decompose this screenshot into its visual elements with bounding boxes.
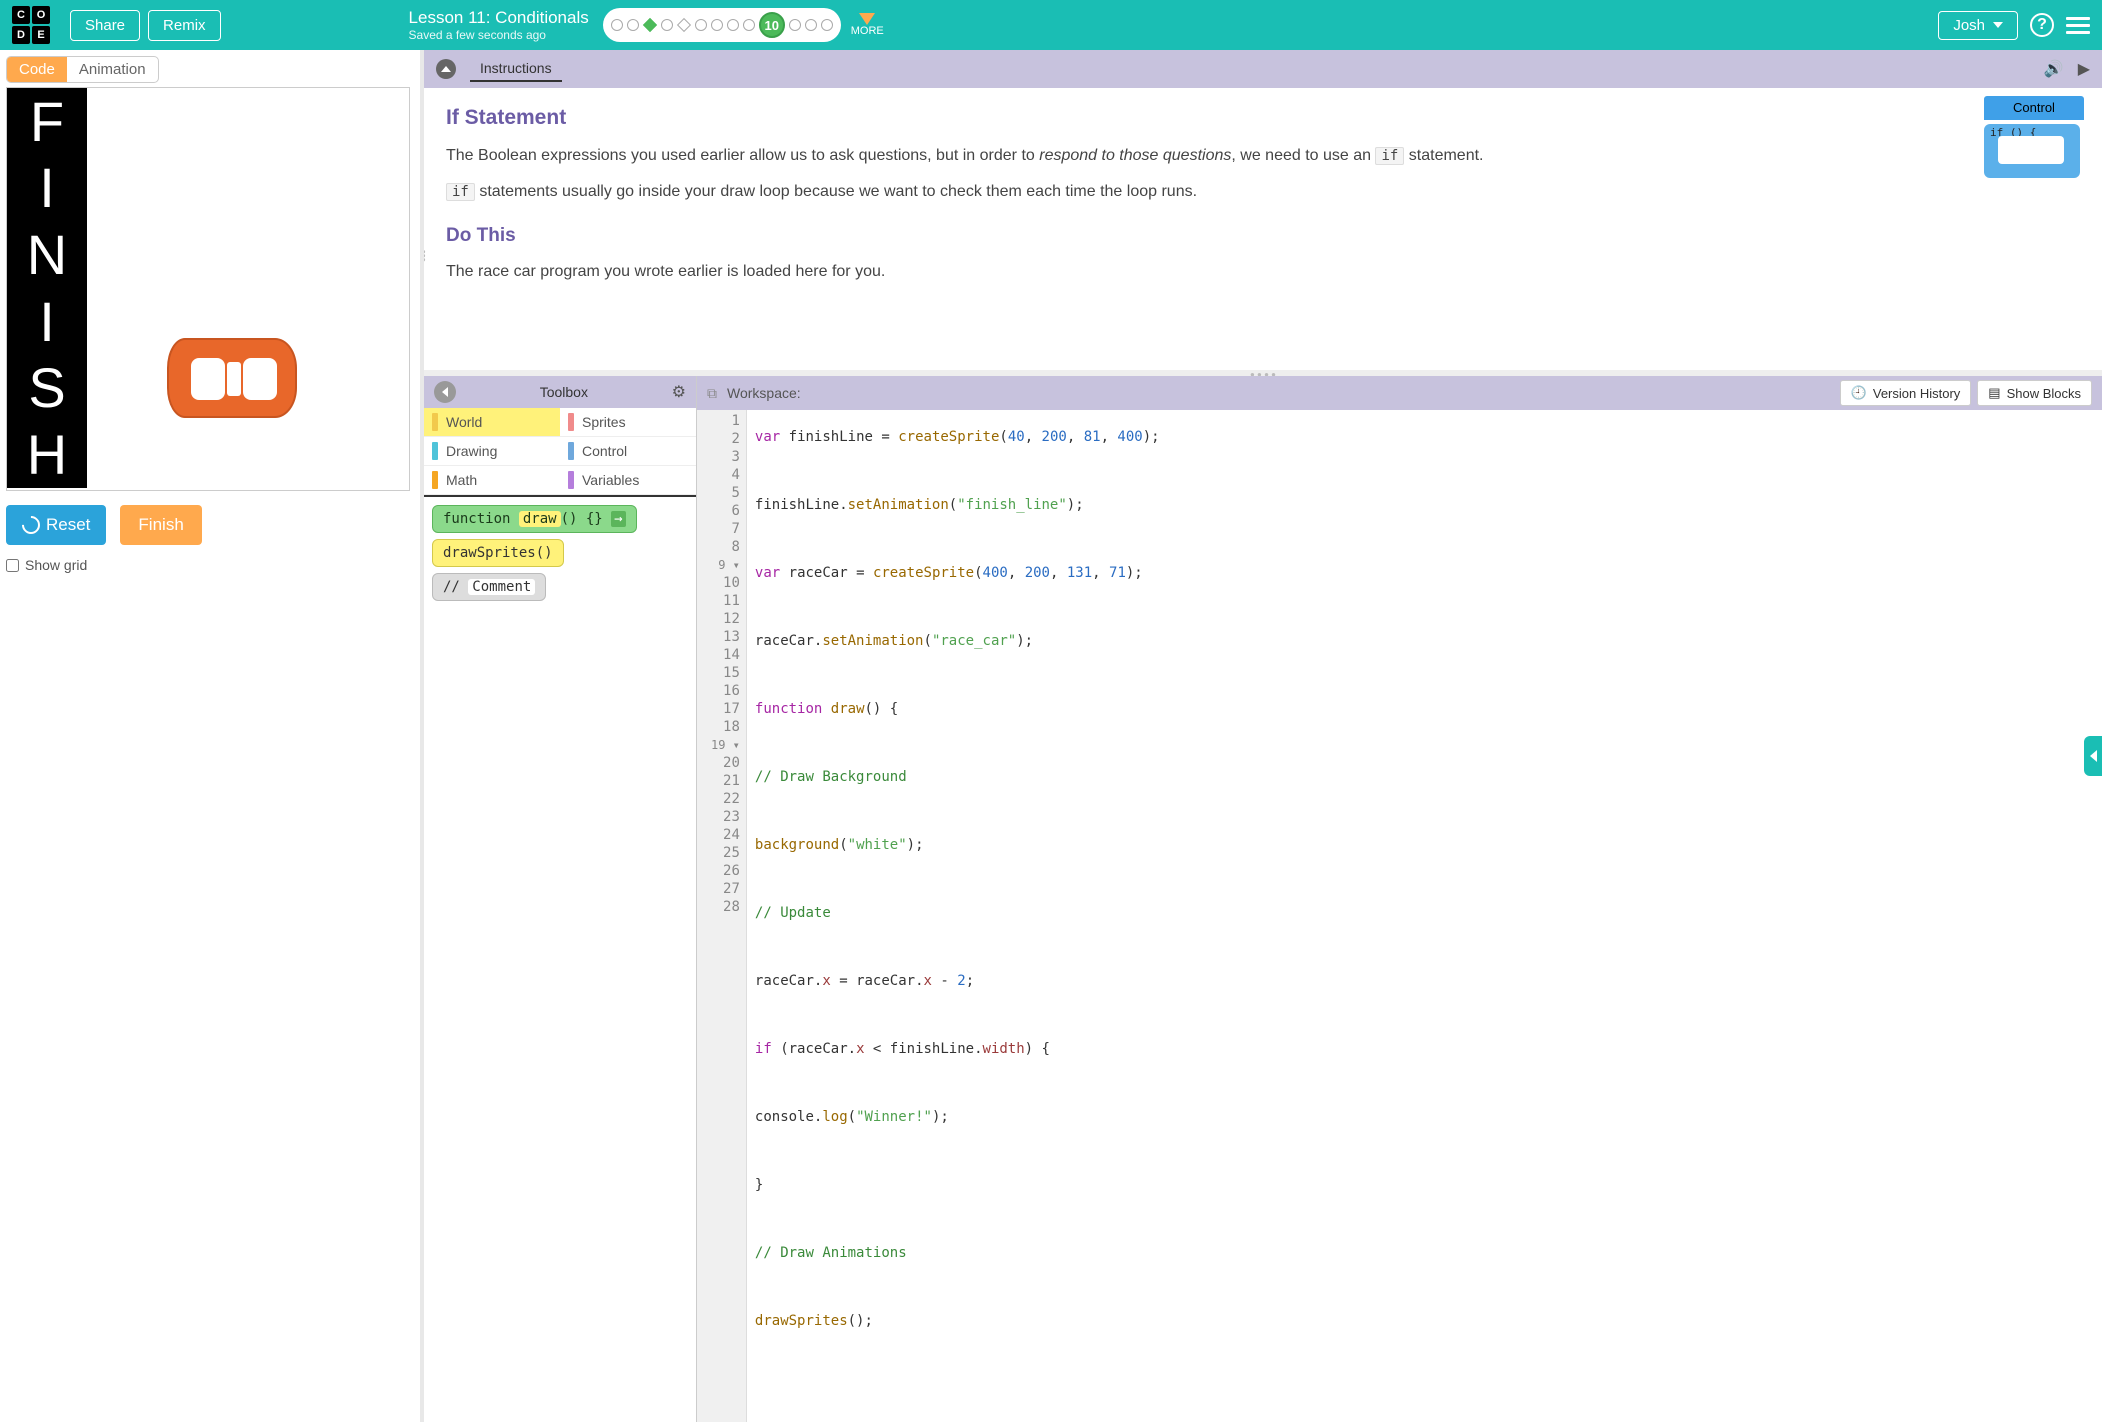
finish-button[interactable]: Finish xyxy=(120,505,201,545)
remix-button[interactable]: Remix xyxy=(148,10,221,41)
instruction-paragraph: if statements usually go inside your dra… xyxy=(446,180,2080,204)
category-label: Drawing xyxy=(446,443,497,459)
version-history-button[interactable]: 🕘 Version History xyxy=(1840,380,1972,406)
instruction-heading: If Statement xyxy=(446,102,2080,134)
level-dot[interactable] xyxy=(743,19,755,31)
category-label: Variables xyxy=(582,472,639,488)
toolbox-back-icon[interactable] xyxy=(434,381,456,403)
level-dot[interactable] xyxy=(805,19,817,31)
instruction-paragraph: The Boolean expressions you used earlier… xyxy=(446,144,2080,168)
tab-animation[interactable]: Animation xyxy=(67,57,158,82)
category-color-bar xyxy=(432,442,438,460)
tab-code[interactable]: Code xyxy=(7,57,67,82)
category-label: World xyxy=(446,414,482,430)
volume-icon[interactable]: 🔊 xyxy=(2044,59,2064,79)
caret-down-icon xyxy=(1993,22,2003,28)
left-tabs: Code Animation xyxy=(6,56,159,83)
more-levels[interactable]: MORE xyxy=(851,13,884,37)
category-color-bar xyxy=(432,413,438,431)
user-name: Josh xyxy=(1953,17,1985,34)
level-diamond[interactable] xyxy=(677,18,691,32)
line-gutter: 123456789 ▾10111213141516171819 ▾2021222… xyxy=(697,410,747,1422)
share-button[interactable]: Share xyxy=(70,10,140,41)
game-stage: F I N I S H xyxy=(6,87,410,491)
level-dot[interactable] xyxy=(727,19,739,31)
show-blocks-button[interactable]: ▤ Show Blocks xyxy=(1977,380,2092,406)
finish-line-sprite: F I N I S H xyxy=(7,88,87,488)
race-car-sprite xyxy=(167,338,297,418)
instruction-paragraph: The race car program you wrote earlier i… xyxy=(446,260,2080,284)
block-draw-sprites[interactable]: drawSprites() xyxy=(432,539,564,567)
workspace-panel: ⧉ Workspace: 🕘 Version History ▤ Show Bl… xyxy=(697,376,2102,1422)
code-editor[interactable]: 123456789 ▾10111213141516171819 ▾2021222… xyxy=(697,410,2102,1422)
link-icon: ⧉ xyxy=(707,385,717,402)
control-block-preview: Control if () { xyxy=(1984,96,2084,178)
category-color-bar xyxy=(432,471,438,489)
instructions-header: Instructions 🔊 ▶ xyxy=(424,50,2102,88)
toolbox-panel: Toolbox ⚙ World Sprites Drawing Control Math… xyxy=(424,376,697,1422)
expand-panel-icon[interactable] xyxy=(2084,736,2102,776)
toolbox-category-world[interactable]: World xyxy=(424,408,560,437)
level-dot[interactable] xyxy=(661,19,673,31)
level-dot[interactable] xyxy=(711,19,723,31)
toolbox-category-drawing[interactable]: Drawing xyxy=(424,437,560,466)
clock-icon: 🕘 xyxy=(1851,385,1867,401)
toolbox-title: Toolbox xyxy=(456,384,672,400)
workspace-title: Workspace: xyxy=(727,385,801,401)
category-color-bar xyxy=(568,471,574,489)
hamburger-icon[interactable] xyxy=(2066,17,2090,34)
collapse-icon[interactable] xyxy=(436,59,456,79)
toolbox-category-sprites[interactable]: Sprites xyxy=(560,408,696,437)
lesson-title: Lesson 11: Conditionals xyxy=(409,8,589,28)
blocks-icon: ▤ xyxy=(1988,385,2000,401)
tab-instructions[interactable]: Instructions xyxy=(470,56,562,82)
toolbox-category-variables[interactable]: Variables xyxy=(560,466,696,495)
caret-down-icon xyxy=(859,13,875,25)
code-content[interactable]: var finishLine = createSprite(40, 200, 8… xyxy=(747,410,1168,1422)
show-grid-checkbox[interactable] xyxy=(6,559,19,572)
level-dot[interactable] xyxy=(611,19,623,31)
lesson-info: Lesson 11: Conditionals Saved a few seco… xyxy=(409,8,589,42)
level-dot[interactable] xyxy=(627,19,639,31)
gear-icon[interactable]: ⚙ xyxy=(672,382,686,402)
category-color-bar xyxy=(568,442,574,460)
level-dot[interactable] xyxy=(789,19,801,31)
block-comment[interactable]: // Comment xyxy=(432,573,546,601)
category-label: Sprites xyxy=(582,414,626,430)
save-status: Saved a few seconds ago xyxy=(409,28,589,42)
level-progress[interactable]: 10 xyxy=(603,8,841,42)
reset-icon xyxy=(18,512,43,537)
category-label: Control xyxy=(582,443,627,459)
reset-button[interactable]: Reset xyxy=(6,505,106,545)
play-icon[interactable]: ▶ xyxy=(2078,59,2090,79)
toolbox-category-control[interactable]: Control xyxy=(560,437,696,466)
help-icon[interactable]: ? xyxy=(2030,13,2054,37)
show-grid-toggle[interactable]: Show grid xyxy=(6,557,414,573)
instructions-body: Control if () { If Statement The Boolean… xyxy=(424,88,2102,370)
level-dot[interactable] xyxy=(821,19,833,31)
current-level-badge[interactable]: 10 xyxy=(759,12,785,38)
control-category-label: Control xyxy=(1984,96,2084,120)
category-color-bar xyxy=(568,413,574,431)
do-this-heading: Do This xyxy=(446,222,2080,251)
block-function-draw[interactable]: function draw() {} → xyxy=(432,505,637,533)
code-org-logo[interactable]: C O D E xyxy=(12,6,50,44)
user-menu-button[interactable]: Josh xyxy=(1938,11,2018,40)
toolbox-category-math[interactable]: Math xyxy=(424,466,560,495)
level-dot[interactable] xyxy=(695,19,707,31)
level-diamond[interactable] xyxy=(643,18,657,32)
category-label: Math xyxy=(446,472,477,488)
